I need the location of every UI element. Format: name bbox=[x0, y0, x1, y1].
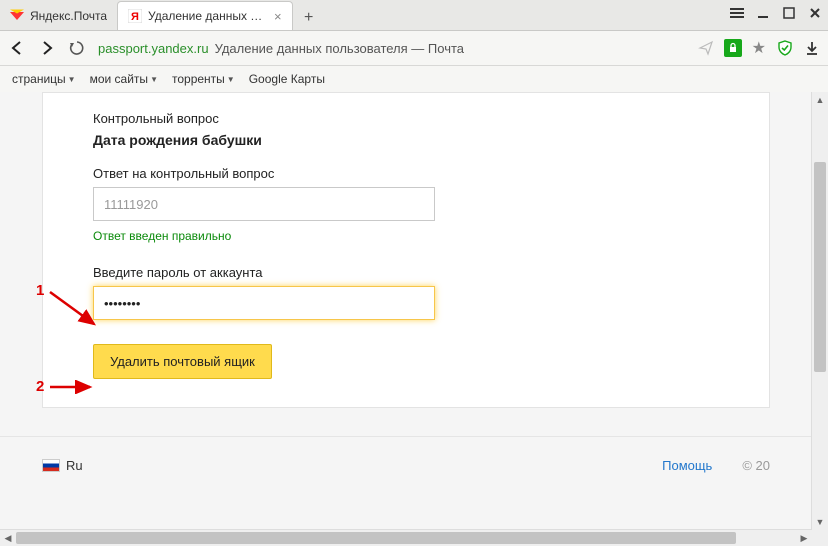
chevron-down-icon: ▼ bbox=[150, 75, 158, 84]
browser-tabstrip: Яндекс.Почта Я Удаление данных польз × + bbox=[0, 0, 828, 31]
horizontal-scrollbar[interactable]: ◀ ▶ bbox=[0, 529, 812, 546]
form-card: Контрольный вопрос Дата рождения бабушки… bbox=[42, 92, 770, 408]
language-switcher[interactable]: Ru bbox=[42, 458, 83, 473]
bookmark-star-icon[interactable]: ★ bbox=[752, 38, 766, 58]
flag-ru-icon bbox=[42, 459, 60, 472]
svg-text:Я: Я bbox=[131, 11, 139, 23]
annotation-arrow-1 bbox=[46, 288, 102, 332]
url-field[interactable]: passport.yandex.ru Удаление данных польз… bbox=[98, 41, 686, 56]
favicon-yandex-mail bbox=[10, 9, 24, 23]
answer-label: Ответ на контрольный вопрос bbox=[93, 166, 453, 181]
chevron-down-icon: ▼ bbox=[68, 75, 76, 84]
send-icon[interactable] bbox=[698, 40, 714, 56]
url-title: Удаление данных пользователя — Почта bbox=[215, 41, 464, 56]
bookmark-folder[interactable]: мои сайты▼ bbox=[86, 70, 162, 88]
scroll-left-icon[interactable]: ◀ bbox=[0, 530, 16, 546]
app-menu-icon[interactable] bbox=[728, 4, 746, 22]
security-lock-icon[interactable] bbox=[724, 39, 742, 57]
delete-mailbox-button[interactable]: Удалить почтовый ящик bbox=[93, 344, 272, 379]
answer-input[interactable]: 11111920 bbox=[93, 187, 435, 221]
security-question-label: Контрольный вопрос bbox=[93, 111, 453, 126]
chevron-down-icon: ▼ bbox=[227, 75, 235, 84]
scroll-thumb[interactable] bbox=[814, 162, 826, 372]
page-content: Контрольный вопрос Дата рождения бабушки… bbox=[0, 92, 812, 530]
page-footer: Ru Помощь © 20 bbox=[0, 436, 812, 493]
new-tab-button[interactable]: + bbox=[297, 6, 321, 30]
downloads-icon[interactable] bbox=[804, 40, 820, 56]
help-link[interactable]: Помощь bbox=[662, 458, 712, 473]
close-tab-icon[interactable]: × bbox=[274, 9, 282, 24]
answer-success-message: Ответ введен правильно bbox=[93, 229, 453, 243]
tab-yandex-mail[interactable]: Яндекс.Почта bbox=[0, 2, 117, 30]
security-question-text: Дата рождения бабушки bbox=[93, 132, 453, 148]
password-label: Введите пароль от аккаунта bbox=[93, 265, 453, 280]
address-bar: passport.yandex.ru Удаление данных польз… bbox=[0, 31, 828, 66]
tab-label: Удаление данных польз bbox=[148, 9, 268, 23]
forward-button[interactable] bbox=[38, 39, 56, 57]
bookmark-link[interactable]: Google Карты bbox=[245, 70, 329, 88]
bookmark-folder[interactable]: страницы▼ bbox=[8, 70, 80, 88]
scroll-thumb[interactable] bbox=[16, 532, 736, 544]
protect-shield-icon[interactable] bbox=[776, 39, 794, 57]
copyright-text: © 20 bbox=[742, 458, 770, 473]
scroll-down-icon[interactable]: ▼ bbox=[812, 514, 828, 530]
annotation-arrow-2 bbox=[48, 380, 96, 394]
scroll-right-icon[interactable]: ▶ bbox=[796, 530, 812, 546]
tab-delete-data[interactable]: Я Удаление данных польз × bbox=[117, 1, 293, 30]
window-minimize-icon[interactable] bbox=[754, 4, 772, 22]
password-input[interactable]: •••••••• bbox=[93, 286, 435, 320]
vertical-scrollbar[interactable]: ▲ ▼ bbox=[811, 92, 828, 530]
reload-button[interactable] bbox=[68, 39, 86, 57]
window-close-icon[interactable] bbox=[806, 4, 824, 22]
bookmarks-bar: страницы▼ мои сайты▼ торренты▼ Google Ка… bbox=[0, 66, 828, 93]
favicon-yandex: Я bbox=[128, 9, 142, 23]
bookmark-folder[interactable]: торренты▼ bbox=[168, 70, 239, 88]
scroll-up-icon[interactable]: ▲ bbox=[812, 92, 828, 108]
window-maximize-icon[interactable] bbox=[780, 4, 798, 22]
back-button[interactable] bbox=[8, 39, 26, 57]
url-domain: passport.yandex.ru bbox=[98, 41, 209, 56]
tab-label: Яндекс.Почта bbox=[30, 9, 107, 23]
scroll-corner bbox=[812, 530, 828, 546]
